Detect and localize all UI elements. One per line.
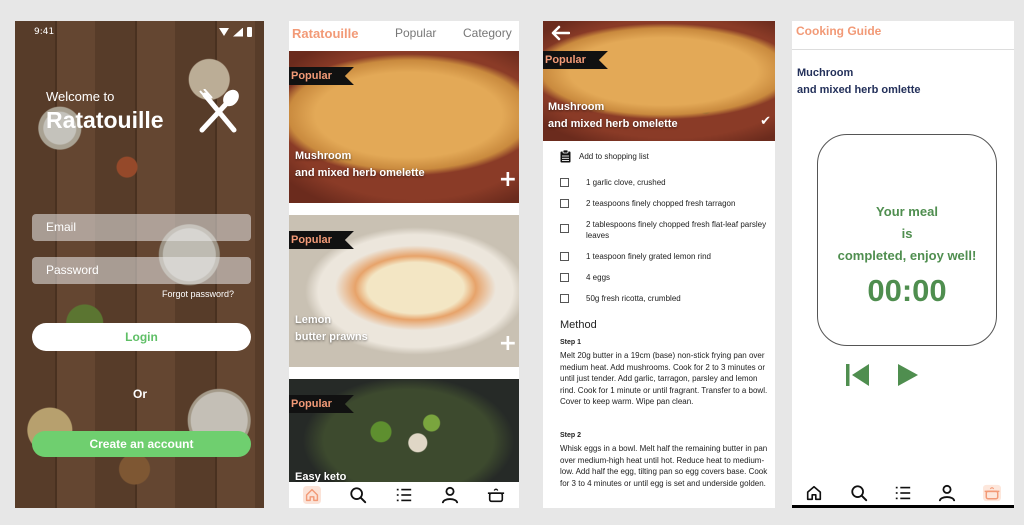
ingredient-list: 1 garlic clove, crushed 2 teaspoons fine… bbox=[560, 177, 770, 304]
recipe-card[interactable]: Popular Lemon butter prawns + bbox=[289, 215, 519, 367]
popular-badge: Popular bbox=[289, 231, 354, 249]
step-text: Melt 20g butter in a 19cm (base) non-sti… bbox=[560, 351, 768, 406]
completion-message: Your meal is completed, enjoy well! bbox=[837, 204, 977, 263]
card-title: Mushroom and mixed herb omelette bbox=[295, 150, 425, 179]
email-field[interactable]: Email bbox=[32, 214, 251, 241]
battery-icon bbox=[247, 27, 252, 37]
back-arrow-icon[interactable] bbox=[550, 25, 570, 41]
welcome-text: Welcome to bbox=[46, 89, 115, 104]
recipe-hero-image: Popular Mushroom and mixed herb omelette… bbox=[543, 21, 775, 141]
wifi-icon bbox=[219, 28, 229, 36]
home-icon[interactable] bbox=[805, 484, 823, 502]
method-step: Step 1 Melt 20g butter in a 19cm (base) … bbox=[560, 339, 772, 408]
timer-panel: Your meal is completed, enjoy well! 00:0… bbox=[817, 134, 997, 346]
page-title: Cooking Guide bbox=[796, 24, 882, 38]
app-name: Ratatouille bbox=[46, 107, 164, 133]
ingredient-checkbox[interactable] bbox=[560, 273, 569, 282]
ingredient-item[interactable]: 1 teaspoon finely grated lemon rind bbox=[560, 251, 770, 262]
ingredient-checkbox[interactable] bbox=[560, 252, 569, 261]
ingredient-item[interactable]: 50g fresh ricotta, crumbled bbox=[560, 293, 770, 304]
profile-icon[interactable] bbox=[938, 484, 956, 502]
step-label: Step 1 bbox=[560, 339, 582, 346]
play-icon[interactable] bbox=[895, 362, 921, 388]
recipe-card[interactable]: Popular Mushroom and mixed herb omelette… bbox=[289, 51, 519, 203]
list-icon[interactable] bbox=[894, 484, 912, 502]
ingredient-checkbox[interactable] bbox=[560, 224, 569, 233]
profile-icon[interactable] bbox=[441, 486, 459, 504]
forgot-password-link[interactable]: Forgot password? bbox=[162, 289, 234, 299]
cooking-pot-icon[interactable] bbox=[487, 486, 505, 504]
login-button[interactable]: Login bbox=[32, 323, 251, 351]
cooking-guide-screen: Cooking Guide Muchroom and mixed herb om… bbox=[792, 21, 1014, 508]
popular-badge: Popular bbox=[289, 395, 354, 413]
ingredient-item[interactable]: 1 garlic clove, crushed bbox=[560, 177, 770, 188]
search-icon[interactable] bbox=[850, 484, 868, 502]
utensils-logo-icon bbox=[199, 89, 239, 133]
add-to-shopping-list[interactable]: Add to shopping list bbox=[560, 150, 649, 163]
list-icon[interactable] bbox=[395, 486, 413, 504]
ingredient-checkbox[interactable] bbox=[560, 294, 569, 303]
home-icon[interactable] bbox=[303, 486, 321, 504]
tab-category[interactable]: Category bbox=[463, 26, 512, 40]
add-icon[interactable]: + bbox=[499, 167, 517, 192]
popular-badge: Popular bbox=[289, 67, 354, 85]
app-title: Ratatouille bbox=[292, 25, 359, 41]
step-label: Step 2 bbox=[560, 432, 582, 439]
cooking-pot-icon[interactable] bbox=[982, 484, 1001, 502]
recipe-title: Mushroom and mixed herb omelette bbox=[548, 101, 678, 130]
feed-header: Ratatouille Popular Category bbox=[289, 21, 519, 45]
ingredient-item[interactable]: 2 tablespoons finely chopped fresh flat-… bbox=[560, 219, 770, 241]
status-icons bbox=[219, 27, 252, 37]
ingredient-checkbox[interactable] bbox=[560, 178, 569, 187]
card-title: Lemon butter prawns bbox=[295, 314, 368, 343]
ingredient-item[interactable]: 4 eggs bbox=[560, 272, 770, 283]
check-icon[interactable]: ✔ bbox=[760, 114, 771, 129]
tab-popular[interactable]: Popular bbox=[395, 26, 436, 40]
bottom-nav bbox=[792, 478, 1014, 508]
create-account-button[interactable]: Create an account bbox=[32, 431, 251, 457]
timer-display: 00:00 bbox=[867, 273, 947, 308]
popular-badge: Popular bbox=[543, 51, 608, 69]
search-icon[interactable] bbox=[349, 486, 367, 504]
ingredient-checkbox[interactable] bbox=[560, 199, 569, 208]
recipe-card[interactable]: Popular Easy keto bbox=[289, 379, 519, 489]
guide-header: Cooking Guide bbox=[792, 21, 1014, 50]
bottom-nav bbox=[289, 482, 519, 508]
step-text: Whisk eggs in a bowl. Melt half the rema… bbox=[560, 444, 768, 488]
signal-icon bbox=[233, 27, 243, 37]
recipe-name: Muchroom and mixed herb omlette bbox=[797, 67, 921, 96]
status-time: 9:41 bbox=[34, 27, 55, 37]
shopping-list-label: Add to shopping list bbox=[579, 152, 649, 161]
or-divider: Or bbox=[133, 387, 148, 401]
ingredient-item[interactable]: 2 teaspoons finely chopped fresh tarrago… bbox=[560, 198, 770, 209]
skip-back-icon[interactable] bbox=[845, 362, 871, 388]
clipboard-icon bbox=[560, 150, 571, 163]
recipe-screen: Popular Mushroom and mixed herb omelette… bbox=[543, 21, 775, 508]
feed-screen: Ratatouille Popular Category Popular Mus… bbox=[289, 21, 519, 508]
method-step: Step 2 Whisk eggs in a bowl. Melt half t… bbox=[560, 432, 772, 489]
method-heading: Method bbox=[560, 319, 597, 331]
add-icon[interactable]: + bbox=[499, 331, 517, 356]
password-field[interactable]: Password bbox=[32, 257, 251, 284]
welcome-screen: 9:41 Welcome to Ratatouille Email Passwo… bbox=[15, 21, 264, 508]
